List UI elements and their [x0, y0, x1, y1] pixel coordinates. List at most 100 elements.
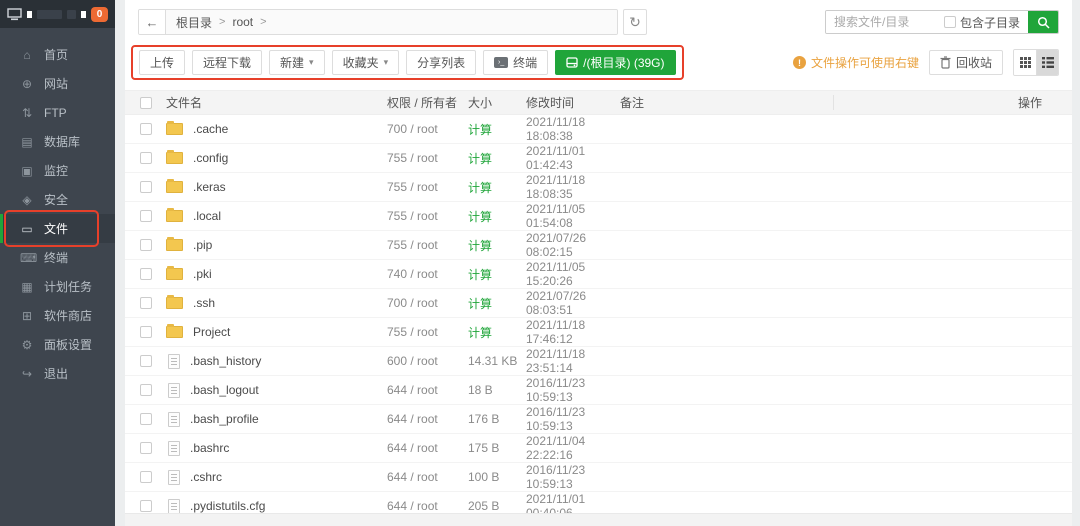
file-mtime: 2021/07/26 08:02:15 [526, 231, 620, 259]
include-subdir-checkbox[interactable] [944, 16, 956, 28]
terminal-button[interactable]: ›_ 终端 [483, 50, 548, 75]
grid-view-button[interactable] [1014, 50, 1036, 75]
table-row[interactable]: .bash_history 600 / root 14.31 KB 2021/1… [125, 347, 1072, 376]
col-header-mtime[interactable]: 修改时间 [526, 94, 620, 111]
file-name[interactable]: .local [193, 209, 221, 223]
recycle-bin-button[interactable]: 回收站 [929, 50, 1003, 75]
file-name[interactable]: .ssh [193, 296, 215, 310]
list-view-button[interactable] [1036, 50, 1058, 75]
toolbar-right: ! 文件操作可使用右键 回收站 [793, 49, 1059, 76]
table-row[interactable]: .keras 755 / root 计算 2021/11/18 18:08:35 [125, 173, 1072, 202]
file-name[interactable]: Project [193, 325, 230, 339]
calculate-size-link[interactable]: 计算 [468, 121, 526, 138]
sidebar-item-home[interactable]: ⌂ 首页 [0, 40, 115, 69]
back-button[interactable]: ← [139, 10, 166, 34]
file-name[interactable]: .pip [193, 238, 212, 252]
message-count-badge[interactable]: 0 [91, 7, 108, 22]
calculate-size-link[interactable]: 计算 [468, 179, 526, 196]
row-checkbox[interactable] [140, 500, 152, 512]
sidebar-item-files[interactable]: ▭ 文件 [0, 214, 115, 243]
search-input[interactable] [826, 11, 944, 33]
file-mtime: 2021/11/04 22:22:16 [526, 434, 620, 462]
row-checkbox[interactable] [140, 297, 152, 309]
sidebar-item-security[interactable]: ◈ 安全 [0, 185, 115, 214]
breadcrumb-dir[interactable]: root [232, 15, 253, 29]
calculate-size-link[interactable]: 计算 [468, 208, 526, 225]
row-checkbox[interactable] [140, 471, 152, 483]
file-perm-owner: 755 / root [387, 180, 468, 194]
row-checkbox[interactable] [140, 239, 152, 251]
new-dropdown-button[interactable]: 新建 ▾ [269, 50, 325, 75]
remote-download-button[interactable]: 远程下载 [192, 50, 262, 75]
select-all-checkbox[interactable] [140, 97, 152, 109]
file-name[interactable]: .keras [193, 180, 226, 194]
col-header-name[interactable]: 文件名 [166, 94, 387, 111]
row-checkbox[interactable] [140, 123, 152, 135]
file-name[interactable]: .config [193, 151, 228, 165]
include-subdir-option[interactable]: 包含子目录 [944, 14, 1028, 31]
file-perm-owner: 755 / root [387, 151, 468, 165]
calculate-size-link[interactable]: 计算 [468, 295, 526, 312]
refresh-button[interactable]: ↻ [623, 9, 647, 35]
calculate-size-link[interactable]: 计算 [468, 324, 526, 341]
sidebar-item-logout[interactable]: ↪ 退出 [0, 359, 115, 388]
table-row[interactable]: .bash_logout 644 / root 18 B 2016/11/23 … [125, 376, 1072, 405]
disk-root-button[interactable]: /(根目录) (39G) [555, 50, 675, 75]
file-name[interactable]: .bash_profile [190, 412, 259, 426]
sidebar-item-settings[interactable]: ⚙ 面板设置 [0, 330, 115, 359]
table-row[interactable]: .pip 755 / root 计算 2021/07/26 08:02:15 [125, 231, 1072, 260]
sidebar-item-label: 网站 [44, 75, 68, 92]
home-icon: ⌂ [20, 48, 34, 62]
row-checkbox[interactable] [140, 413, 152, 425]
upload-button[interactable]: 上传 [139, 50, 185, 75]
favorites-dropdown-button[interactable]: 收藏夹 ▾ [332, 50, 400, 75]
file-name[interactable]: .bashrc [190, 441, 229, 455]
col-header-size[interactable]: 大小 [468, 94, 526, 111]
sidebar-item-database[interactable]: ▤ 数据库 [0, 127, 115, 156]
row-checkbox[interactable] [140, 152, 152, 164]
table-row[interactable]: .bash_profile 644 / root 176 B 2016/11/2… [125, 405, 1072, 434]
table-row[interactable]: .bashrc 644 / root 175 B 2021/11/04 22:2… [125, 434, 1072, 463]
calculate-size-link[interactable]: 计算 [468, 266, 526, 283]
folder-icon: ▭ [20, 222, 34, 236]
sidebar-item-cron[interactable]: ▦ 计划任务 [0, 272, 115, 301]
table-row[interactable]: .ssh 700 / root 计算 2021/07/26 08:03:51 [125, 289, 1072, 318]
file-mtime: 2021/11/05 15:20:26 [526, 260, 620, 288]
table-row[interactable]: Project 755 / root 计算 2021/11/18 17:46:1… [125, 318, 1072, 347]
row-checkbox[interactable] [140, 442, 152, 454]
file-name[interactable]: .pydistutils.cfg [190, 499, 265, 513]
file-name[interactable]: .cshrc [190, 470, 222, 484]
table-row[interactable]: .pki 740 / root 计算 2021/11/05 15:20:26 [125, 260, 1072, 289]
sidebar-item-ftp[interactable]: ⇅ FTP [0, 98, 115, 127]
table-row[interactable]: .cshrc 644 / root 100 B 2016/11/23 10:59… [125, 463, 1072, 492]
row-checkbox[interactable] [140, 268, 152, 280]
row-checkbox[interactable] [140, 181, 152, 193]
table-row[interactable]: .pydistutils.cfg 644 / root 205 B 2021/1… [125, 492, 1072, 513]
row-checkbox[interactable] [140, 355, 152, 367]
file-perm-owner: 644 / root [387, 441, 468, 455]
file-mtime: 2021/11/18 18:08:38 [526, 115, 620, 143]
table-row[interactable]: .cache 700 / root 计算 2021/11/18 18:08:38 [125, 115, 1072, 144]
row-checkbox[interactable] [140, 210, 152, 222]
file-perm-owner: 755 / root [387, 325, 468, 339]
search-button[interactable] [1028, 10, 1058, 34]
calculate-size-link[interactable]: 计算 [468, 237, 526, 254]
file-name[interactable]: .bash_logout [190, 383, 259, 397]
file-size: 176 B [468, 412, 526, 426]
logo-square-icon [27, 11, 32, 18]
file-name[interactable]: .cache [193, 122, 228, 136]
sidebar-item-monitor[interactable]: ▣ 监控 [0, 156, 115, 185]
sidebar-item-sites[interactable]: ⊕ 网站 [0, 69, 115, 98]
row-checkbox[interactable] [140, 384, 152, 396]
share-list-button[interactable]: 分享列表 [406, 50, 476, 75]
breadcrumb-root[interactable]: 根目录 [176, 14, 212, 31]
file-name[interactable]: .bash_history [190, 354, 261, 368]
calculate-size-link[interactable]: 计算 [468, 150, 526, 167]
disk-icon [566, 57, 578, 68]
sidebar-item-appstore[interactable]: ⊞ 软件商店 [0, 301, 115, 330]
sidebar-item-terminal[interactable]: ⌨ 终端 [0, 243, 115, 272]
row-checkbox[interactable] [140, 326, 152, 338]
file-name[interactable]: .pki [193, 267, 212, 281]
table-row[interactable]: .config 755 / root 计算 2021/11/01 01:42:4… [125, 144, 1072, 173]
table-row[interactable]: .local 755 / root 计算 2021/11/05 01:54:08 [125, 202, 1072, 231]
